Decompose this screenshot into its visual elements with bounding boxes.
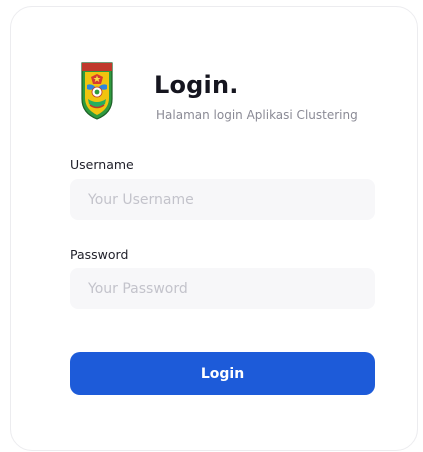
password-label: Password bbox=[70, 247, 129, 262]
username-label: Username bbox=[70, 157, 134, 172]
username-input[interactable] bbox=[70, 179, 375, 220]
login-button[interactable]: Login bbox=[70, 352, 375, 395]
page-title: Login. bbox=[154, 71, 239, 99]
regency-coat-of-arms-icon bbox=[81, 62, 113, 120]
page-subtitle: Halaman login Aplikasi Clustering bbox=[156, 108, 358, 122]
password-input[interactable] bbox=[70, 268, 375, 309]
